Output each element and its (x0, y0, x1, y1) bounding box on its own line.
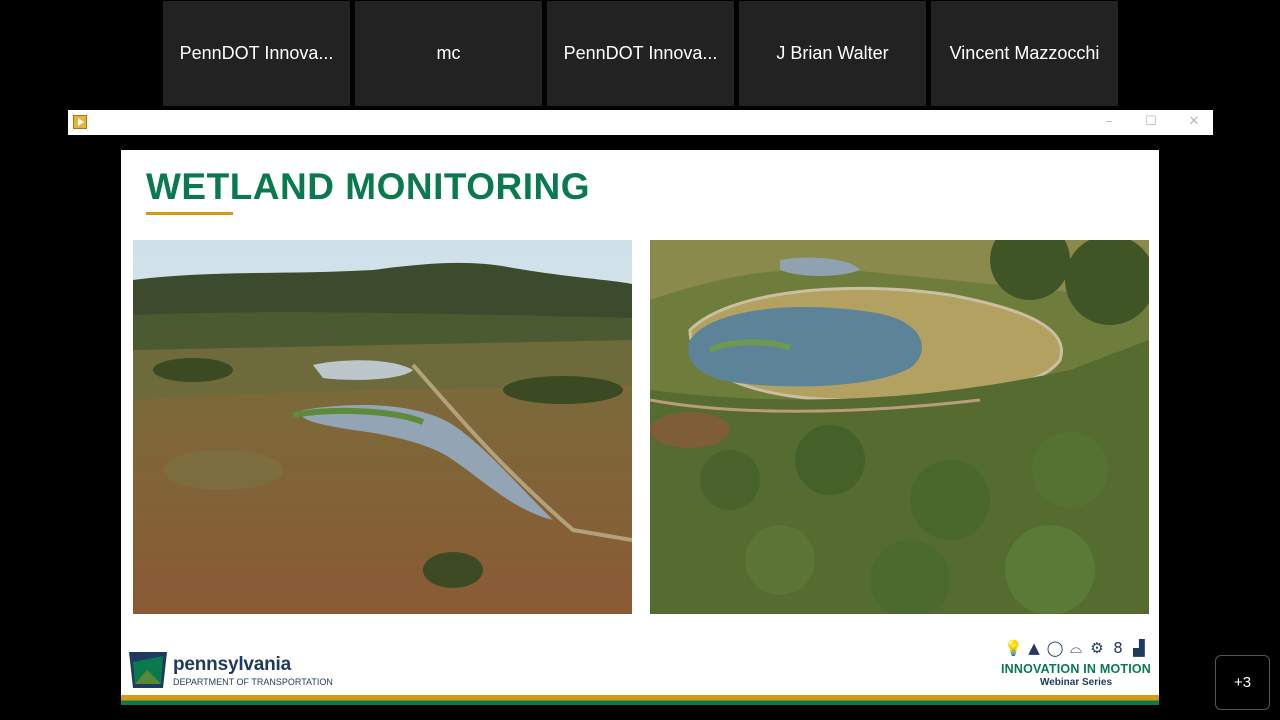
participant-name: PennDOT Innova... (179, 43, 334, 63)
participant-tile[interactable]: mc (355, 1, 542, 106)
participant-name: mc (436, 43, 461, 63)
road-icon: ▲ (1028, 639, 1040, 657)
participant-tile[interactable]: Vincent Mazzocchi (931, 1, 1118, 106)
wheel-icon: ◯ (1046, 639, 1064, 657)
minimize-button[interactable]: – (1098, 113, 1120, 131)
participant-name: Vincent Mazzocchi (949, 43, 1100, 63)
brand-department: DEPARTMENT OF TRANSPORTATION (173, 677, 333, 687)
participant-strip: PennDOT Innova... mc PennDOT Innova... J… (0, 0, 1280, 108)
penndot-logo: pennsylvania DEPARTMENT OF TRANSPORTATIO… (127, 650, 347, 692)
participant-tile[interactable]: PennDOT Innova... (547, 1, 734, 106)
footer-stripe (121, 695, 1159, 705)
aerial-wetland-photo (650, 240, 1149, 614)
participant-tile[interactable]: PennDOT Innova... (163, 1, 350, 106)
lightbulb-icon: 💡 (1004, 639, 1023, 657)
series-subtitle: Webinar Series (1039, 677, 1113, 688)
wetland-landscape-photo (133, 240, 632, 614)
maximize-button[interactable]: ☐ (1140, 113, 1162, 131)
innovation-icon-row: 💡 ▲ ◯ ⌓ ⚙ 8 ▟ (996, 638, 1156, 660)
presentation-slide: WETLAND MONITORING pennsylvania DEPARTME… (121, 150, 1159, 705)
gears-icon: ⚙ (1090, 639, 1104, 657)
participant-tile[interactable]: J Brian Walter (739, 1, 926, 106)
more-participants-button[interactable]: +3 (1215, 655, 1270, 710)
title-underline (146, 212, 233, 215)
keystone-icon (129, 652, 167, 688)
traffic-light-icon: 8 (1113, 639, 1123, 657)
play-icon (73, 115, 87, 129)
participant-name: PennDOT Innova... (563, 43, 718, 63)
slide-title: WETLAND MONITORING (146, 166, 591, 207)
participant-name: J Brian Walter (776, 43, 889, 63)
bar-chart-icon: ▟ (1133, 639, 1145, 657)
shared-window-titlebar: – ☐ ✕ (68, 110, 1213, 135)
innovation-in-motion-logo: 💡 ▲ ◯ ⌓ ⚙ 8 ▟ INNOVATION IN MOTION Webin… (996, 638, 1156, 694)
close-button[interactable]: ✕ (1183, 113, 1205, 131)
series-title: INNOVATION IN MOTION (1000, 662, 1152, 676)
bridge-icon: ⌓ (1070, 639, 1082, 657)
brand-name: pennsylvania (173, 654, 291, 675)
